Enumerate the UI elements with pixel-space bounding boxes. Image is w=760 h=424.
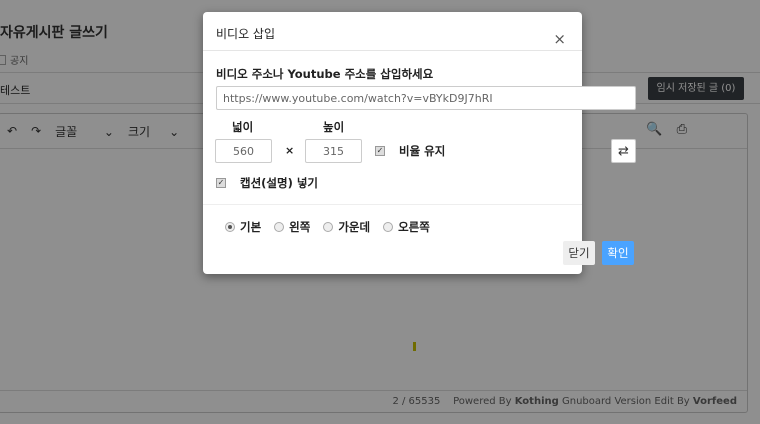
align-label: 기본	[240, 220, 262, 234]
align-radio-group: 기본 왼쪽 가운데 오른쪽	[225, 219, 430, 235]
width-label: 넓이	[232, 120, 254, 134]
swap-size-button[interactable]: ⇄	[611, 139, 636, 163]
url-prompt: 비디오 주소나 Youtube 주소를 삽입하세요	[216, 67, 434, 81]
radio-icon[interactable]	[323, 222, 334, 232]
radio-icon[interactable]	[225, 222, 235, 232]
keep-ratio-checkbox[interactable]: ✓ 비율 유지	[375, 143, 445, 159]
close-button[interactable]: 닫기	[563, 241, 595, 265]
radio-icon[interactable]	[383, 222, 394, 232]
keep-ratio-label: 비율 유지	[399, 144, 446, 158]
height-input[interactable]: 315	[305, 139, 362, 163]
align-label: 오른쪽	[398, 220, 430, 234]
align-label: 가운데	[338, 220, 371, 234]
align-default[interactable]: 기본	[225, 219, 261, 235]
align-right[interactable]: 오른쪽	[383, 219, 430, 235]
caption-label: 캡션(설명) 넣기	[240, 176, 319, 190]
radio-icon[interactable]	[274, 222, 285, 232]
times-sign: ×	[285, 144, 295, 157]
divider	[203, 204, 582, 205]
caption-checkbox[interactable]: ✓ 캡션(설명) 넣기	[216, 175, 318, 191]
swap-icon: ⇄	[618, 143, 629, 159]
align-left[interactable]: 왼쪽	[274, 219, 310, 235]
url-input[interactable]: https://www.youtube.com/watch?v=vBYkD9J7…	[216, 86, 636, 110]
check-icon[interactable]: ✓	[375, 146, 385, 156]
close-icon[interactable]: ×	[553, 30, 566, 48]
height-label: 높이	[323, 120, 345, 134]
align-center[interactable]: 가운데	[323, 219, 370, 235]
video-insert-dialog: 비디오 삽입 × 비디오 주소나 Youtube 주소를 삽입하세요 https…	[203, 12, 636, 274]
confirm-button[interactable]: 확인	[602, 241, 634, 265]
url-value: https://www.youtube.com/watch?v=vBYkD9J7…	[223, 91, 493, 105]
width-input[interactable]: 560	[215, 139, 272, 163]
check-icon[interactable]: ✓	[216, 178, 226, 188]
align-label: 왼쪽	[289, 220, 311, 234]
dialog-title: 비디오 삽입	[203, 12, 582, 51]
